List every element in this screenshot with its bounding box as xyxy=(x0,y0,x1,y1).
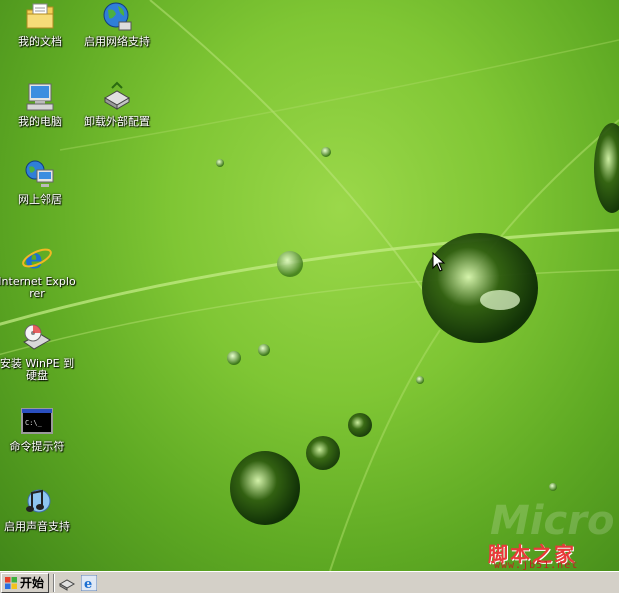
my-computer-icon xyxy=(26,83,54,111)
desktop-icon-my-documents[interactable]: 我的文档 xyxy=(0,0,80,48)
desktop-icon-install-winpe[interactable]: 安装 WinPE 到硬盘 xyxy=(0,322,77,382)
start-button[interactable]: 开始 xyxy=(1,572,50,593)
desktop-icon-label: 启用声音支持 xyxy=(4,520,70,533)
taskbar: 开始 e xyxy=(0,571,619,593)
install-winpe-icon xyxy=(23,324,51,350)
taskbar-separator xyxy=(53,573,56,592)
mouse-cursor-icon xyxy=(432,252,446,272)
desktop-icon-network-support[interactable]: 启用网络支持 xyxy=(77,0,157,48)
desktop-icon-label: 命令提示符 xyxy=(9,440,65,453)
desktop-icon-label: 安装 WinPE 到硬盘 xyxy=(0,357,75,382)
desktop-icon-label: 启用网络支持 xyxy=(84,35,150,48)
desktop-icon-internet-explorer[interactable]: e Internet Explorer xyxy=(0,240,77,300)
network-globe-icon xyxy=(103,2,132,31)
network-neighborhood-icon xyxy=(25,160,54,187)
command-prompt-icon: C:\_ xyxy=(21,408,53,434)
desktop-icon-command-prompt[interactable]: C:\_ 命令提示符 xyxy=(0,405,77,453)
internet-explorer-icon[interactable]: e xyxy=(81,574,98,591)
desktop-icon-label: 我的文档 xyxy=(18,35,62,48)
desktop-icon-sound-support[interactable]: 启用声音支持 xyxy=(0,485,77,533)
sound-support-icon xyxy=(26,489,51,513)
unload-config-icon xyxy=(104,81,130,110)
desktop-icon-label: 我的电脑 xyxy=(18,115,62,128)
internet-explorer-icon: e xyxy=(22,242,52,274)
my-documents-icon xyxy=(26,3,54,29)
desktop-icon-label: Internet Explorer xyxy=(0,275,76,300)
svg-text:C:\_: C:\_ xyxy=(25,419,43,427)
desktop-icon-label: 网上邻居 xyxy=(18,193,62,206)
desktop-icon-label: 卸载外部配置 xyxy=(84,115,150,128)
desktop-icon-my-computer[interactable]: 我的电脑 xyxy=(0,80,80,128)
start-label: 开始 xyxy=(20,576,45,590)
desktop-icon-unload-config[interactable]: 卸载外部配置 xyxy=(77,80,157,128)
windows-logo-icon xyxy=(5,576,17,589)
watermark-url: www.jb51.net xyxy=(494,560,579,571)
desktop-icon-network-neighborhood[interactable]: 网上邻居 xyxy=(0,158,80,206)
svg-text:e: e xyxy=(84,577,92,591)
show-desktop-icon[interactable] xyxy=(59,575,76,591)
